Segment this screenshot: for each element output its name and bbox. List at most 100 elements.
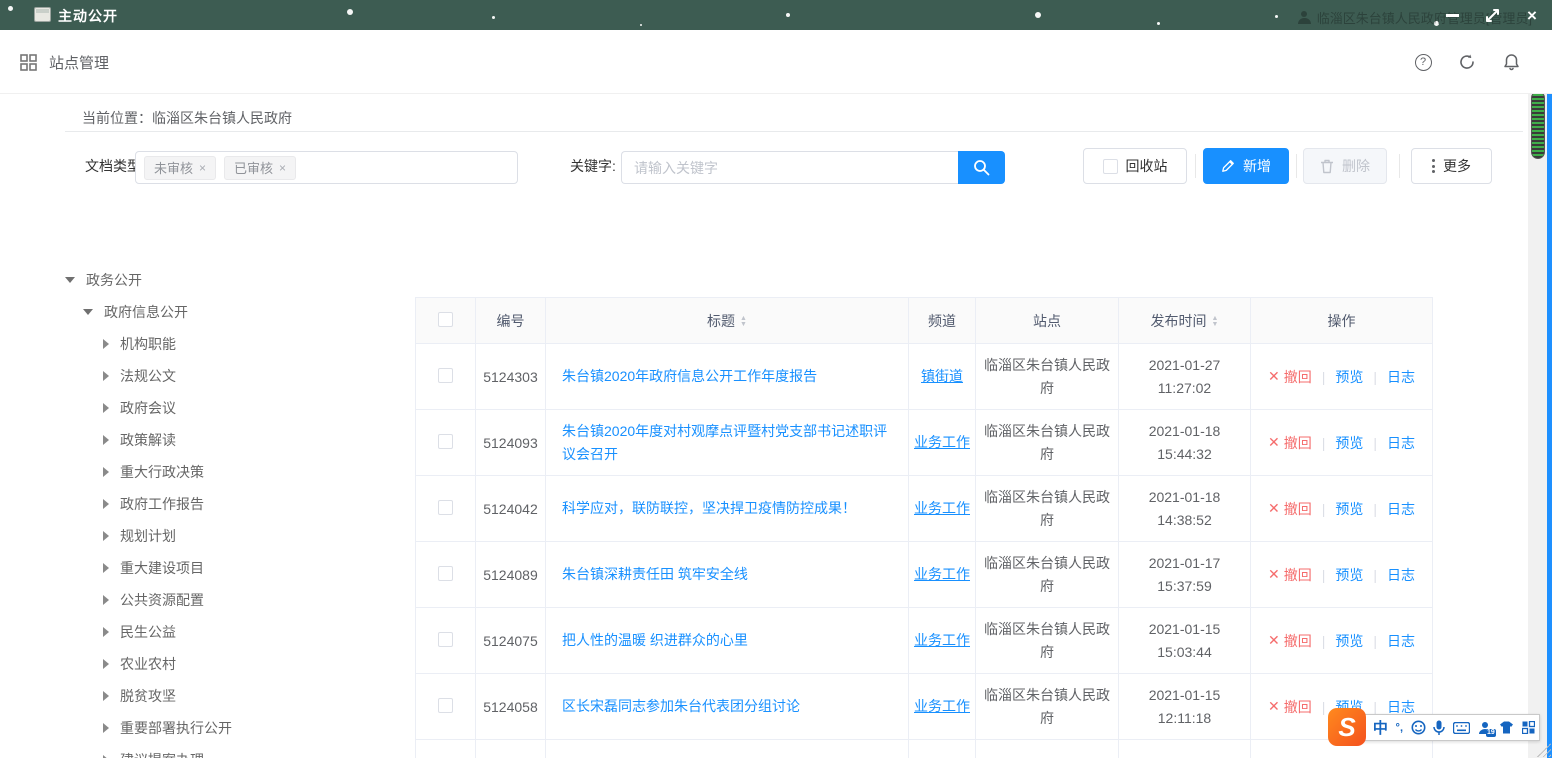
recycle-bin-button[interactable]: 回收站 [1083,148,1187,184]
caret-right-icon[interactable] [103,691,109,701]
log-link[interactable]: 日志 [1387,499,1415,519]
channel-link[interactable]: 业务工作 [914,500,970,516]
channel-link[interactable]: 镇街道 [921,368,963,384]
search-button[interactable] [958,151,1005,184]
caret-down-icon[interactable] [83,309,93,315]
tree-node-root[interactable]: 政务公开 [65,264,395,296]
tree-node[interactable]: 政府会议 [65,392,395,424]
doc-title-link[interactable]: 朱台镇2020年政府信息公开工作年度报告 [562,368,817,384]
row-checkbox[interactable] [438,368,453,383]
tree-node[interactable]: 民生公益 [65,616,395,648]
tree-node[interactable]: 重要部署执行公开 [65,712,395,744]
caret-right-icon[interactable] [103,723,109,733]
caret-right-icon[interactable] [103,403,109,413]
tree-node[interactable]: 重大建设项目 [65,552,395,584]
ime-mic-icon[interactable] [1433,720,1445,736]
tree-node[interactable]: 政府工作报告 [65,488,395,520]
row-checkbox[interactable] [438,698,453,713]
channel-link[interactable]: 业务工作 [914,434,970,450]
caret-right-icon[interactable] [103,499,109,509]
log-link[interactable]: 日志 [1387,433,1415,453]
withdraw-link[interactable]: ✕撤回 [1268,697,1312,717]
caret-right-icon[interactable] [103,563,109,573]
recycle-bin-checkbox[interactable] [1103,159,1118,174]
channel-link[interactable]: 业务工作 [914,566,970,582]
delete-button[interactable]: 删除 [1303,148,1387,184]
caret-right-icon[interactable] [103,627,109,637]
tag-remove-icon[interactable]: × [199,161,206,175]
withdraw-link[interactable]: ✕撤回 [1268,565,1312,585]
preview-link[interactable]: 预览 [1335,565,1363,585]
caret-right-icon[interactable] [103,595,109,605]
select-all-checkbox[interactable] [438,312,453,327]
tree-node[interactable]: 规划计划 [65,520,395,552]
withdraw-link[interactable]: ✕撤回 [1268,433,1312,453]
tree-node[interactable]: 公共资源配置 [65,584,395,616]
tree-node[interactable]: 农业农村 [65,648,395,680]
sort-icon[interactable]: ▲▼ [740,316,747,328]
x-icon: ✕ [1268,566,1280,583]
ime-toolbox-icon[interactable] [1522,721,1535,734]
row-checkbox[interactable] [438,566,453,581]
row-checkbox[interactable] [438,434,453,449]
sort-icon[interactable]: ▲▼ [1212,316,1219,328]
ime-chinese-mode-icon[interactable]: 中 [1373,717,1388,738]
row-checkbox[interactable] [438,632,453,647]
caret-right-icon[interactable] [103,435,109,445]
maximize-button[interactable] [1472,0,1512,30]
tree-node[interactable]: 政策解读 [65,424,395,456]
ime-skin-icon[interactable] [1499,721,1514,734]
preview-link[interactable]: 预览 [1335,499,1363,519]
caret-right-icon[interactable] [103,659,109,669]
doc-title-link[interactable]: 把人性的温暖 织进群众的心里 [562,632,748,648]
row-checkbox[interactable] [438,500,453,515]
doc-type-select[interactable]: 未审核 × 已审核 × [135,151,518,184]
ime-emoji-icon[interactable] [1411,720,1426,735]
add-button[interactable]: 新增 [1203,148,1289,184]
log-link[interactable]: 日志 [1387,631,1415,651]
more-button[interactable]: 更多 [1411,148,1492,184]
sogou-logo-icon[interactable]: S [1328,708,1366,746]
withdraw-link[interactable]: ✕撤回 [1268,367,1312,387]
notifications-button[interactable] [1502,53,1520,71]
tree-node[interactable]: 政府信息公开 [65,296,395,328]
tree-node[interactable]: 重大行政决策 [65,456,395,488]
help-button[interactable]: ? [1414,53,1432,71]
tree-node[interactable]: 法规公文 [65,360,395,392]
tree-node[interactable]: 脱贫攻坚 [65,680,395,712]
refresh-button[interactable] [1458,53,1476,71]
withdraw-link[interactable]: ✕撤回 [1268,631,1312,651]
caret-right-icon[interactable] [103,467,109,477]
doc-title-link[interactable]: 科学应对，联防联控，坚决捍卫疫情防控成果！ [562,500,856,516]
ime-keyboard-icon[interactable] [1453,722,1470,734]
preview-link[interactable]: 预览 [1335,631,1363,651]
log-link[interactable]: 日志 [1387,565,1415,585]
log-link[interactable]: 日志 [1387,367,1415,387]
caret-down-icon[interactable] [65,277,75,283]
doc-title-link[interactable]: 朱台镇2020年度对村观摩点评暨村党支部书记述职评议会召开 [562,423,887,461]
keyword-input[interactable] [621,151,958,184]
tree-node[interactable]: 建议提案办理 [65,744,395,758]
header-publish-time[interactable]: 发布时间▲▼ [1119,298,1251,344]
minimize-button[interactable] [1432,0,1472,30]
tag-remove-icon[interactable]: × [279,161,286,175]
withdraw-link[interactable]: ✕撤回 [1268,499,1312,519]
caret-right-icon[interactable] [103,371,109,381]
ime-account-icon[interactable]: 19 [1478,721,1492,735]
vertical-scrollbar-thumb[interactable] [1531,91,1545,159]
channel-link[interactable]: 业务工作 [914,632,970,648]
preview-link[interactable]: 预览 [1335,433,1363,453]
ime-punctuation-icon[interactable]: °, [1396,722,1403,734]
channel-link[interactable]: 业务工作 [914,698,970,714]
close-button[interactable]: × [1512,0,1552,30]
vertical-scrollbar-track[interactable] [1528,88,1547,758]
doc-title-link[interactable]: 朱台镇深耕责任田 筑牢安全线 [562,566,748,582]
caret-right-icon[interactable] [103,531,109,541]
doc-title-link[interactable]: 区长宋磊同志参加朱台代表团分组讨论 [562,698,800,714]
header-title[interactable]: 标题▲▼ [546,298,909,344]
resize-grip[interactable] [1537,743,1551,757]
preview-link[interactable]: 预览 [1335,367,1363,387]
tree-node[interactable]: 机构职能 [65,328,395,360]
caret-right-icon[interactable] [103,339,109,349]
divider: | [1373,369,1377,385]
